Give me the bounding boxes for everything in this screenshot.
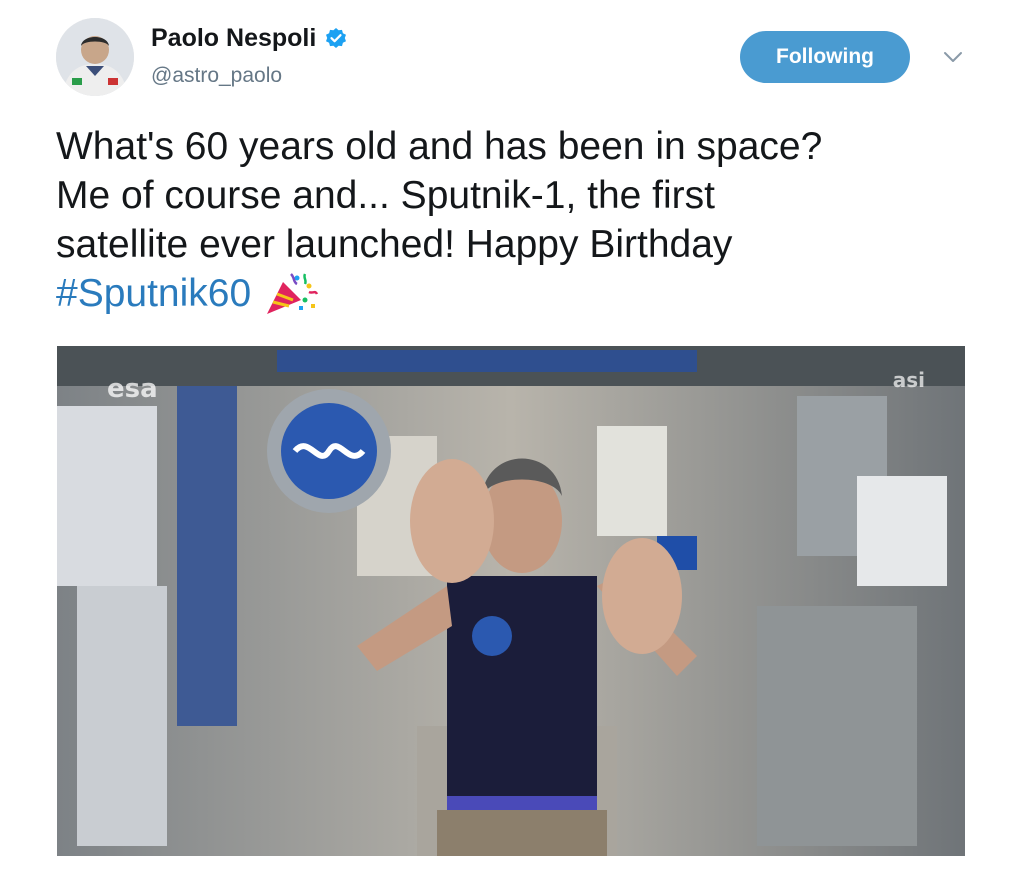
display-name[interactable]: Paolo Nespoli xyxy=(151,24,316,53)
party-popper-icon xyxy=(263,270,319,316)
tweet-text: What's 60 years old and has been in spac… xyxy=(56,122,976,318)
chevron-down-icon[interactable] xyxy=(941,48,965,66)
name-row: Paolo Nespoli xyxy=(151,24,348,53)
tweet-line: Me of course and... Sputnik-1, the first xyxy=(56,174,715,217)
esa-watermark: esa xyxy=(107,374,158,404)
user-handle[interactable]: @astro_paolo xyxy=(151,64,282,88)
verified-icon xyxy=(324,27,348,51)
tweet-media[interactable]: esa asi xyxy=(57,346,965,856)
astronaut-avatar-icon xyxy=(56,18,134,96)
asi-watermark: asi xyxy=(892,368,925,392)
avatar[interactable] xyxy=(56,18,134,96)
tweet-line: What's 60 years old and has been in spac… xyxy=(56,125,823,168)
tweet-hashtag-line: #Sputnik60 xyxy=(56,269,976,318)
space-station-photo xyxy=(57,346,965,856)
hashtag-link[interactable]: #Sputnik60 xyxy=(56,272,251,315)
tweet-card: Paolo Nespoli @astro_paolo Following Wha… xyxy=(0,0,1024,876)
following-button[interactable]: Following xyxy=(740,31,910,83)
tweet-line: satellite ever launched! Happy Birthday xyxy=(56,223,733,266)
